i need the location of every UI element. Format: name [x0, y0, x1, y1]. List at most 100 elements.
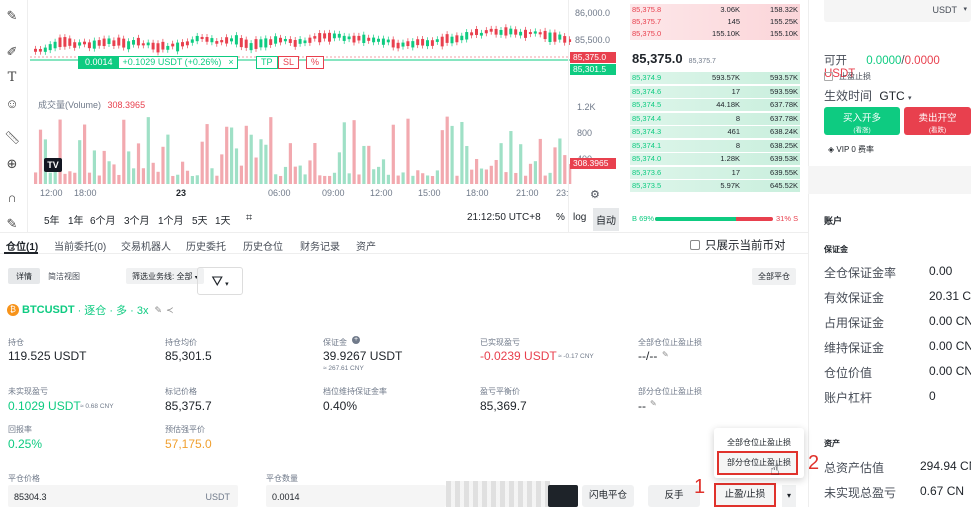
checkbox-icon[interactable] — [824, 72, 833, 81]
brush-icon[interactable]: ✎ — [4, 8, 20, 24]
position-symbol[interactable]: BTCUSDT — [22, 304, 75, 316]
close-qty-input[interactable]: 0.0014 — [266, 485, 446, 507]
tab-item[interactable]: 资产 — [356, 238, 376, 253]
volume-bar — [553, 147, 557, 184]
close-all-button[interactable]: 全部平仓 — [752, 268, 796, 285]
bid-row[interactable]: 85,374.6 17 593.59K — [630, 85, 800, 98]
tab-item[interactable]: 仓位(1) — [6, 238, 38, 253]
range-3m[interactable]: 3个月 — [124, 212, 150, 227]
tab-item[interactable]: 交易机器人 — [121, 238, 171, 253]
volume-bar — [475, 158, 479, 184]
close-line-icon[interactable]: × — [225, 57, 236, 68]
checkbox-icon[interactable] — [690, 240, 700, 250]
avg-value: 85,301.5 — [165, 349, 212, 363]
edit-icon[interactable]: ✎ — [650, 399, 657, 408]
unreal-sub: ≈ 0.68 CNY — [80, 403, 114, 410]
ask-row[interactable]: 85,375.8 3.06K 158.32K — [630, 4, 800, 16]
tp-button[interactable]: TP — [256, 56, 278, 69]
chart-settings-icon[interactable]: ⚙ — [590, 188, 600, 201]
text-icon[interactable]: T — [4, 70, 20, 86]
mark-value: 85,375.7 — [165, 399, 212, 413]
volume-bar — [352, 120, 356, 184]
tpsl-button[interactable]: 止盈/止损 — [714, 483, 776, 507]
tab-item[interactable]: 财务记录 — [300, 238, 340, 253]
buy-long-button[interactable]: 买入开多 (看涨) — [824, 107, 900, 135]
range-1m[interactable]: 1个月 — [158, 212, 184, 227]
ask-row[interactable]: 85,375.7 145 155.25K — [630, 16, 800, 28]
percent-toggle[interactable]: % — [556, 212, 565, 223]
bid-row[interactable]: 85,373.5 5.97K 645.52K — [630, 180, 800, 192]
edit-icon[interactable]: ✎ — [154, 305, 162, 316]
sl-button[interactable]: SL — [278, 56, 300, 69]
bid-total: 637.78K — [770, 100, 798, 109]
ruler-icon[interactable]: 📏︎ — [4, 130, 21, 146]
tab-item[interactable]: 当前委托(0) — [54, 238, 106, 253]
range-6m[interactable]: 6个月 — [90, 212, 116, 227]
log-toggle[interactable]: log — [573, 212, 586, 223]
bid-row[interactable]: 85,374.0 1.28K 639.53K — [630, 153, 800, 165]
asset-row-label: 未实现总盈亏 — [824, 486, 897, 500]
bid-amount: 8 — [735, 113, 740, 123]
candle-body — [166, 45, 170, 50]
volume-bar — [308, 160, 312, 184]
limit-close-button[interactable] — [548, 485, 578, 507]
range-1d[interactable]: 1天 — [215, 212, 231, 227]
auto-toggle[interactable]: 自动 — [593, 208, 619, 231]
sell-short-button[interactable]: 卖出开空 (看跌) — [904, 107, 971, 135]
pencil-lock-icon[interactable]: ✎ — [4, 216, 20, 232]
volume-bar — [411, 175, 415, 184]
bid-row[interactable]: 85,374.5 44.18K 637.78K — [630, 99, 800, 111]
filter-line-select[interactable]: 筛选业务线: 全部 ▾ — [126, 268, 204, 284]
candle-body — [63, 37, 67, 47]
pen-icon[interactable]: ✐ — [4, 44, 20, 60]
volume-bar — [264, 144, 268, 184]
volume-bar — [367, 145, 371, 184]
bid-row[interactable]: 85,374.9 593.57K 593.57K — [630, 72, 800, 84]
range-1y[interactable]: 1年 — [68, 212, 84, 227]
bid-row[interactable]: 85,374.3 461 638.24K — [630, 126, 800, 138]
volume-bar — [538, 138, 542, 184]
tab-item[interactable]: 历史仓位 — [243, 238, 283, 253]
volume-bar — [445, 116, 449, 184]
reverse-button[interactable]: 反手 — [648, 485, 700, 507]
filter-button[interactable]: ⛛ ▾ — [197, 267, 243, 295]
volume-bar — [146, 117, 150, 184]
tif-value[interactable]: GTC — [879, 89, 904, 103]
only-current-toggle[interactable]: 只展示当前币对 — [690, 237, 786, 253]
volume-bar — [401, 172, 405, 184]
range-5d[interactable]: 5天 — [192, 212, 208, 227]
bid-row[interactable]: 85,374.4 8 637.78K — [630, 112, 800, 125]
view-compact[interactable]: 简洁视图 — [40, 268, 88, 284]
candle-body — [38, 48, 42, 52]
ask-row[interactable]: 85,375.0 155.10K 155.10K — [630, 28, 800, 40]
tab-item[interactable]: 历史委托 — [186, 238, 226, 253]
emoji-icon[interactable]: ☺ — [4, 96, 20, 112]
volume-bar — [68, 171, 72, 184]
magnet-icon[interactable]: ∩ — [4, 190, 20, 206]
tif-select[interactable]: 生效时间 GTC ▾ — [824, 87, 912, 104]
add-margin-icon[interactable]: + — [352, 336, 360, 344]
menu-all-tpsl[interactable]: 全部仓位止盈止损 — [727, 437, 791, 448]
more-options[interactable]: ▾ — [782, 485, 796, 507]
assets-title: 资产 — [824, 439, 840, 448]
position-line-label[interactable]: 0.0014 +0.1029 USDT (+0.26%) × — [78, 56, 238, 69]
bid-row[interactable]: 85,373.6 17 639.55K — [630, 166, 800, 179]
share-icon[interactable]: ≺ — [166, 305, 174, 316]
candle-body — [283, 38, 287, 42]
currency-select[interactable]: USDT ▾ — [824, 0, 971, 22]
candle-body — [205, 37, 209, 42]
pct-button[interactable]: % — [306, 56, 325, 69]
flash-close-button[interactable]: 闪电平仓 — [582, 485, 634, 507]
close-price-input[interactable]: 85304.3 USDT — [8, 485, 238, 507]
bid-row[interactable]: 85,374.1 8 638.25K — [630, 139, 800, 152]
date-range-icon[interactable]: ⌗ — [246, 212, 252, 225]
zoom-icon[interactable]: ⊕ — [4, 156, 20, 172]
candle-body — [509, 28, 513, 35]
range-5y[interactable]: 5年 — [44, 212, 60, 227]
vip-fee[interactable]: ◈ VIP 0 费率 — [828, 144, 874, 155]
buy-long-sub: (看涨) — [853, 127, 871, 134]
tpsl-checkbox[interactable]: 止盈止损 — [824, 71, 871, 82]
edit-icon[interactable]: ✎ — [662, 350, 669, 359]
menu-partial-tpsl[interactable]: 部分仓位止盈止损 — [717, 451, 798, 475]
view-detail[interactable]: 详情 — [8, 268, 40, 284]
